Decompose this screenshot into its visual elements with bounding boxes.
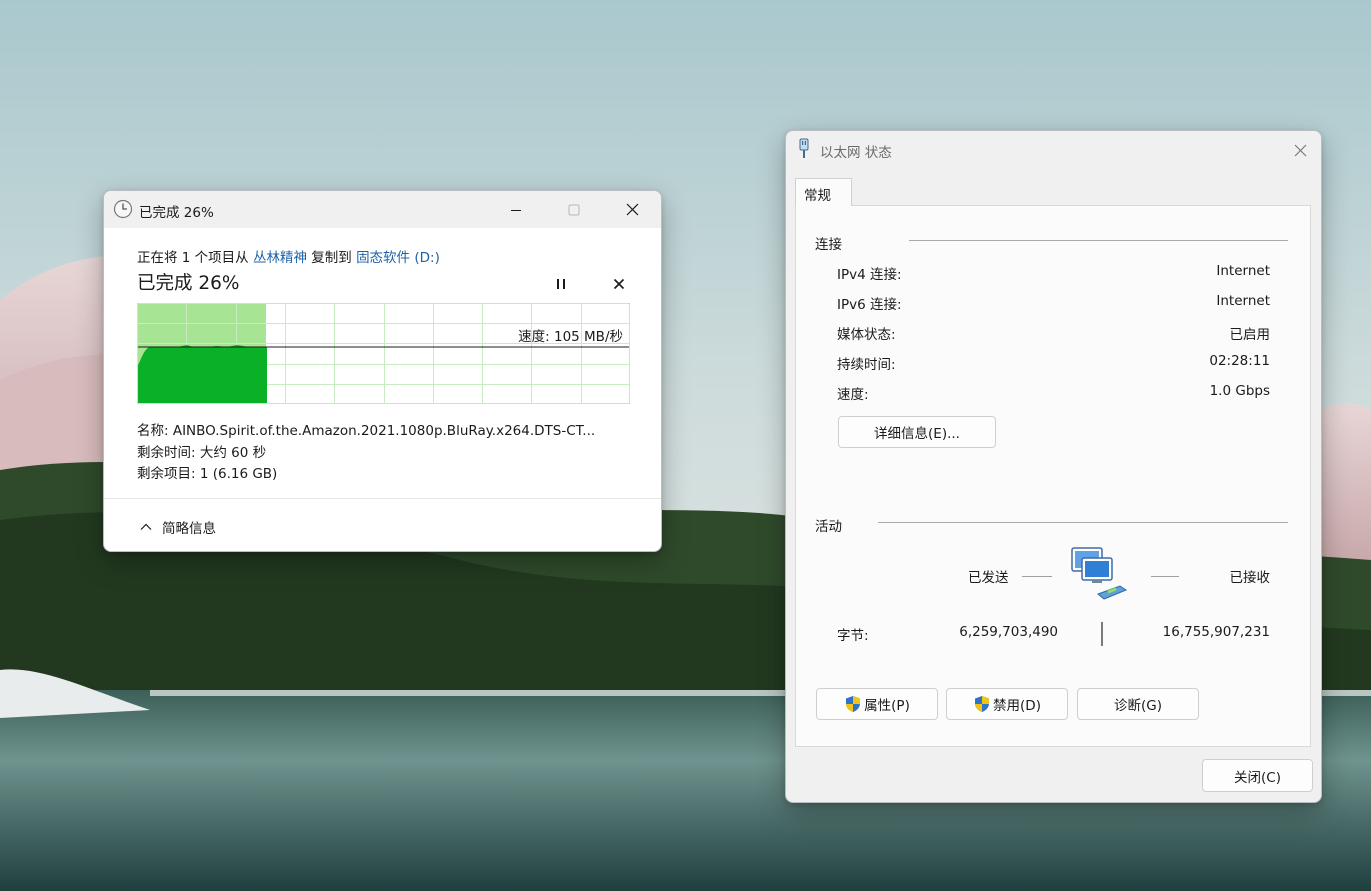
duration-value: 02:28:11 — [1209, 353, 1270, 369]
media-state-label: 媒体状态: — [837, 327, 896, 343]
duration-label: 持续时间: — [837, 357, 896, 373]
close-button[interactable] — [1286, 139, 1314, 161]
time-remaining: 剩余时间: 大约 60 秒 — [137, 445, 267, 461]
copy-prefix-text: 正在将 1 个项目从 — [137, 250, 253, 266]
general-tab-panel: 连接 IPv4 连接: Internet IPv6 连接: Internet 媒… — [795, 205, 1311, 747]
minimize-button[interactable] — [487, 191, 545, 228]
copy-progress-window: 已完成 26% 正在将 1 个项目从 丛林精神 复制到 固态软件 (D:) 已完… — [103, 190, 662, 552]
items-remaining: 剩余项目: 1 (6.16 GB) — [137, 466, 278, 482]
divider — [104, 498, 661, 499]
diagnose-button[interactable]: 诊断(G) — [1077, 688, 1199, 720]
close-button[interactable] — [603, 191, 661, 228]
ethernet-window-title: 以太网 状态 — [820, 145, 892, 161]
ipv4-value: Internet — [1216, 263, 1270, 279]
ethernet-status-window: 以太网 状态 常规 连接 IPv4 连接: Internet IPv6 连接: … — [785, 130, 1322, 803]
properties-button[interactable]: 属性(P) — [816, 688, 938, 720]
maximize-button — [545, 191, 603, 228]
group-divider — [909, 240, 1288, 241]
pause-button[interactable] — [550, 275, 572, 293]
connection-group-title: 连接 — [815, 237, 842, 253]
disable-button[interactable]: 禁用(D) — [946, 688, 1068, 720]
properties-label: 属性(P) — [864, 698, 910, 714]
collapse-label: 简略信息 — [162, 521, 216, 537]
received-line — [1151, 576, 1179, 577]
speed-label: 速度: — [837, 387, 869, 403]
destination-link[interactable]: 固态软件 (D:) — [356, 250, 440, 266]
ipv4-label: IPv4 连接: — [837, 267, 902, 283]
disable-label: 禁用(D) — [993, 698, 1041, 714]
speed-label: 速度: 105 MB/秒 — [518, 329, 623, 345]
network-activity-icon — [1071, 547, 1128, 600]
copy-description: 正在将 1 个项目从 丛林精神 复制到 固态软件 (D:) — [137, 246, 440, 266]
ethernet-icon — [799, 138, 809, 158]
speed-value: 1.0 Gbps — [1209, 383, 1270, 399]
close-icon — [1294, 144, 1306, 156]
copy-titlebar[interactable]: 已完成 26% — [104, 191, 661, 228]
speed-area — [138, 345, 267, 403]
close-icon — [626, 203, 638, 216]
uac-shield-icon — [975, 696, 990, 712]
ipv6-value: Internet — [1216, 293, 1270, 309]
ethernet-titlebar[interactable]: 以太网 状态 — [786, 131, 1321, 167]
sent-label: 已发送 — [968, 570, 1009, 586]
cancel-copy-button[interactable] — [609, 275, 629, 293]
copy-middle-text: 复制到 — [306, 250, 357, 266]
details-button[interactable]: 详细信息(E)... — [838, 416, 996, 448]
ipv6-label: IPv6 连接: — [837, 297, 902, 313]
maximize-icon — [568, 204, 580, 215]
file-name: 名称: AINBO.Spirit.of.the.Amazon.2021.1080… — [137, 423, 596, 439]
group-divider — [878, 522, 1288, 523]
bytes-label: 字节: — [837, 628, 869, 644]
media-state-value: 已启用 — [1229, 327, 1271, 343]
bytes-received-value: 16,755,907,231 — [1162, 624, 1270, 640]
source-link[interactable]: 丛林精神 — [253, 250, 307, 266]
activity-group-title: 活动 — [815, 519, 842, 535]
clock-icon — [113, 199, 133, 219]
chevron-up-icon — [140, 523, 152, 530]
speed-graph: 速度: 105 MB/秒 — [137, 303, 630, 404]
tab-general[interactable]: 常规 — [795, 178, 852, 206]
bytes-sent-value: 6,259,703,490 — [959, 624, 1058, 640]
close-dialog-button[interactable]: 关闭(C) — [1202, 759, 1313, 792]
uac-shield-icon — [846, 696, 861, 712]
collapse-details-button[interactable]: 简略信息 — [140, 517, 216, 537]
progress-heading: 已完成 26% — [137, 273, 240, 294]
bytes-separator — [1101, 622, 1103, 646]
minimize-icon — [511, 209, 521, 211]
received-label: 已接收 — [1229, 570, 1271, 586]
copy-window-title: 已完成 26% — [139, 205, 214, 221]
